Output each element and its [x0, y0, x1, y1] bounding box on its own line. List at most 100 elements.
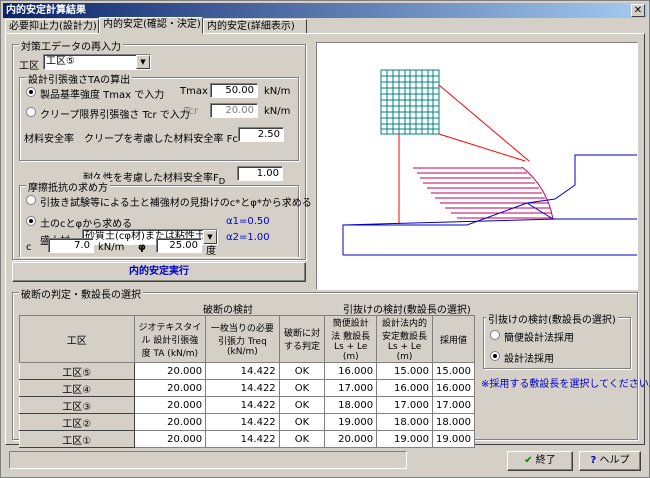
cell-judge: OK — [278, 396, 326, 414]
cell-judge: OK — [278, 379, 326, 397]
c-input[interactable]: 7.0 — [48, 238, 94, 253]
cell-adopt: 18.000 — [431, 413, 476, 431]
help-button[interactable]: ? ヘルプ — [579, 451, 641, 471]
col-adopt: 採用値 — [431, 315, 476, 363]
cell-treq: 14.422 — [205, 430, 280, 448]
friction-test-label: 引抜き試験等による土と補強材の見掛けのc*とφ*から求める — [40, 198, 312, 209]
phi-label: φ — [138, 242, 146, 253]
pullout-group: 引抜けの検討(敷設長の選択) 簡便設計法採用 設計法採用 — [483, 311, 631, 369]
design-method-label: 設計法採用 — [504, 354, 554, 365]
cell-treq: 14.422 — [205, 413, 280, 431]
cell-treq: 14.422 — [205, 379, 280, 397]
title-bar: 内的安定計算結果 ✕ — [3, 3, 647, 18]
phi-unit: 度 — [206, 246, 216, 257]
tmax-input[interactable]: 50.00 — [210, 83, 258, 98]
pull-check-header: 引抜けの検討(敷設長の選択) — [343, 305, 471, 316]
col-ta: ジオテキスタイル 設計引張強度 TA (kN/m) — [133, 315, 207, 363]
simple-method-radio[interactable] — [490, 330, 500, 340]
design-method-radio[interactable] — [490, 351, 500, 361]
soil-c-phi-radio[interactable] — [26, 216, 36, 226]
cell-simple: 17.000 — [324, 379, 378, 397]
creep-strength-radio[interactable] — [26, 107, 36, 117]
table-row[interactable]: 工区① 20.000 14.422 OK 20.000 19.000 19.000 — [19, 430, 476, 448]
cell-ta: 20.000 — [133, 430, 207, 448]
table-row[interactable]: 工区③ 20.000 14.422 OK 18.000 17.000 17.000 — [19, 396, 476, 414]
cell-design: 16.000 — [376, 379, 433, 397]
product-strength-radio[interactable] — [26, 87, 36, 97]
cell-ta: 20.000 — [133, 379, 207, 397]
tab-required-force[interactable]: 必要抑止力(設計力) — [5, 19, 99, 34]
col-judge: 破断に対する判定 — [278, 315, 326, 363]
cell-area: 工区⑤ — [19, 362, 135, 380]
friction-group-title: 摩擦抵抗の求め方 — [26, 179, 110, 194]
cell-simple: 19.000 — [324, 413, 378, 431]
results-group-title: 破断の判定・敷設長の選択 — [19, 286, 143, 301]
product-strength-label: 製品基準強度 Tmax で入力 — [40, 90, 165, 101]
tab-internal-stability-detail[interactable]: 内的安定(詳細表示) — [203, 19, 307, 34]
result-window: 内的安定計算結果 ✕ 必要抑止力(設計力) 内的安定(確認・決定) 内的安定(詳… — [0, 0, 650, 478]
alpha1-label: α1=0.50 — [226, 216, 270, 227]
area-label: 工区 — [19, 61, 39, 72]
cell-judge: OK — [278, 430, 326, 448]
reinforcement-hatch — [413, 166, 554, 220]
tmax-unit: kN/m — [264, 86, 291, 97]
cross-section-drawing — [342, 69, 637, 256]
fd-input[interactable]: 1.00 — [237, 166, 283, 181]
help-icon: ? — [590, 455, 597, 466]
cell-adopt: 19.000 — [431, 430, 476, 448]
conditions-group-title: 対策工データの再入力 — [19, 38, 123, 53]
col-area: 工区 — [19, 315, 135, 363]
table-row[interactable]: 工区④ 20.000 14.422 OK 17.000 16.000 16.000 — [19, 379, 476, 397]
cell-ta: 20.000 — [133, 413, 207, 431]
table-row[interactable]: 工区② 20.000 14.422 OK 19.000 18.000 18.000 — [19, 413, 476, 431]
safety-factor-label: 材料安全率 — [24, 134, 74, 145]
pullout-group-title: 引抜けの検討(敷設長の選択) — [486, 311, 618, 326]
cell-treq: 14.422 — [205, 362, 280, 380]
ground-profile — [342, 154, 637, 256]
alpha1-value: α1=0.50 — [226, 216, 270, 227]
area-select-value: 工区⑤ — [46, 56, 75, 67]
tcr-label: Tcr — [184, 106, 199, 117]
cell-judge: OK — [278, 413, 326, 431]
fcr-input[interactable]: 2.50 — [238, 127, 284, 142]
cell-judge: OK — [278, 362, 326, 380]
window-title: 内的安定計算結果 — [6, 5, 86, 16]
c-label: c — [26, 242, 32, 253]
table-row[interactable]: 工区⑤ 20.000 14.422 OK 16.000 15.000 15.000 — [19, 362, 476, 380]
results-group: 破断の判定・敷設長の選択 破断の検討 引抜けの検討(敷設長の選択) 工区 ジオテ… — [12, 286, 650, 448]
cell-treq: 14.422 — [205, 396, 280, 414]
cell-ta: 20.000 — [133, 362, 207, 380]
col-design: 設計法内的 安定敷設長 Ls + Le (m) — [376, 315, 433, 363]
cell-adopt: 17.000 — [431, 396, 476, 414]
cell-area: 工区② — [19, 413, 135, 431]
break-check-header: 破断の検討 — [203, 305, 253, 316]
ta-group-title: 設計引張強さTAの算出 — [26, 71, 133, 86]
phi-input[interactable]: 25.00 — [156, 238, 202, 253]
cell-area: 工区③ — [19, 396, 135, 414]
col-treq: 一枚当りの必要引張力 Treq (kN/m) — [205, 315, 280, 363]
alpha2-label: α2=1.00 — [226, 232, 270, 243]
tmax-label: Tmax — [180, 86, 208, 97]
status-bar — [9, 451, 407, 469]
c-unit: kN/m — [98, 242, 125, 253]
cell-area: 工区④ — [19, 379, 135, 397]
cell-area: 工区① — [19, 430, 135, 448]
tcr-input[interactable]: 20.00 — [210, 103, 258, 118]
friction-test-radio[interactable] — [26, 195, 36, 205]
cell-ta: 20.000 — [133, 396, 207, 414]
finish-button[interactable]: ✔ 終了 — [507, 451, 573, 471]
tab-internal-stability-confirm[interactable]: 内的安定(確認・決定) — [99, 17, 203, 34]
chevron-down-icon[interactable]: ▼ — [136, 55, 150, 69]
grid-block — [380, 69, 440, 135]
finish-button-label: 終了 — [535, 455, 556, 466]
run-internal-stability-button[interactable]: 内的安定実行 — [12, 262, 306, 282]
tcr-unit: kN/m — [264, 106, 291, 117]
cell-design: 18.000 — [376, 413, 433, 431]
close-icon[interactable]: ✕ — [631, 4, 645, 17]
cell-adopt: 16.000 — [431, 379, 476, 397]
help-button-label: ヘルプ — [599, 455, 630, 466]
alpha2-value: α2=1.00 — [226, 232, 270, 243]
area-select[interactable]: 工区⑤ ▼ — [43, 54, 151, 70]
soil-c-phi-label: 土のcとφから求める — [40, 219, 133, 230]
simple-method-label: 簡便設計法採用 — [504, 333, 574, 344]
